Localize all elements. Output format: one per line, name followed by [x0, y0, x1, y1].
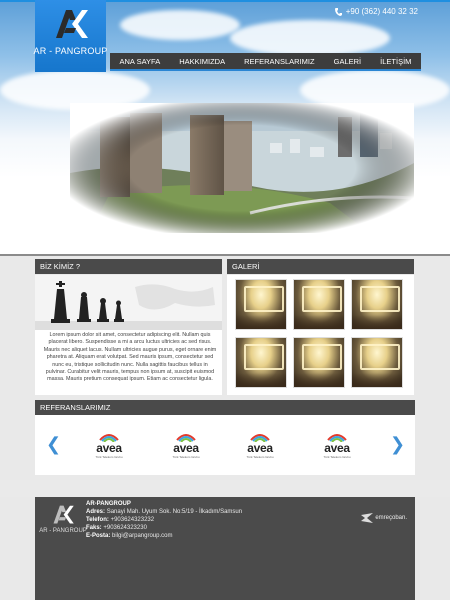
reference-logo[interactable]: avea Türk Telekom Grubu	[240, 432, 280, 462]
contact-info: AR-PANGROUP Adres: Sanayi Mah. Uyum Sok.…	[86, 500, 242, 540]
nav-item-references[interactable]: REFERANSLARIMIZ	[244, 57, 314, 66]
footer-logo-text: AR - PANGROUP	[39, 528, 87, 534]
header-phone: +90 (362) 440 32 32	[334, 7, 418, 16]
brand-tagline: Türk Telekom Grubu	[323, 455, 351, 459]
designer-credit-text: emreçoban.	[375, 515, 407, 521]
fax-label: Faks:	[86, 525, 102, 531]
city-hero-image	[70, 103, 414, 233]
designer-credit[interactable]: emreçoban.	[361, 513, 407, 523]
reference-logo[interactable]: avea Türk Telekom Grubu	[89, 432, 129, 462]
carousel-next-arrow-icon[interactable]: ❯	[390, 435, 405, 453]
footer-logo[interactable]: AR - PANGROUP	[39, 503, 87, 534]
gallery-thumbnail[interactable]	[293, 279, 345, 330]
site-footer: AR - PANGROUP AR-PANGROUP Adres: Sanayi …	[35, 497, 415, 600]
brand-name: avea	[96, 441, 122, 455]
designer-logo-icon	[361, 513, 374, 523]
brand-name: avea	[247, 441, 273, 455]
nav-item-contact[interactable]: İLETİŞİM	[380, 57, 411, 66]
address-label: Adres:	[86, 509, 106, 515]
gallery-thumbnail[interactable]	[235, 337, 287, 388]
company-name: AR-PANGROUP	[86, 501, 131, 507]
brand-name: avea	[324, 441, 350, 455]
reference-logo[interactable]: avea Türk Telekom Grubu	[166, 432, 206, 462]
gallery-thumbnail[interactable]	[351, 279, 403, 330]
brand-tagline: Türk Telekom Grubu	[246, 455, 274, 459]
brand-tagline: Türk Telekom Grubu	[95, 455, 123, 459]
fax-value: +903624323230	[103, 525, 147, 531]
main-nav: ANA SAYFA HAKKIMIZDA REFERANSLARIMIZ GAL…	[110, 53, 421, 71]
gallery-heading: GALERİ	[227, 259, 414, 274]
about-heading: BİZ KİMİZ ?	[35, 259, 222, 274]
chess-image	[35, 275, 222, 330]
carousel-prev-arrow-icon[interactable]: ❮	[46, 435, 61, 453]
gallery-panel	[227, 275, 414, 395]
gallery-thumbnail[interactable]	[235, 279, 287, 330]
brand-tagline: Türk Telekom Grubu	[172, 455, 200, 459]
cloud	[120, 10, 240, 40]
ap-logo-icon	[53, 505, 74, 524]
hero-banner: AR - PANGROUP +90 (362) 440 32 32 ANA SA…	[0, 0, 450, 256]
gallery-thumbnail[interactable]	[293, 337, 345, 388]
nav-item-gallery[interactable]: GALERİ	[334, 57, 362, 66]
gallery-thumbnail[interactable]	[351, 337, 403, 388]
ap-logo-icon	[55, 10, 88, 38]
brand-name: avea	[173, 441, 199, 455]
about-panel: Lorem ipsum dolor sit amet, consectetur …	[35, 275, 222, 395]
phone-label: Telefon:	[86, 517, 109, 523]
nav-item-home[interactable]: ANA SAYFA	[120, 57, 161, 66]
cloud	[230, 20, 390, 56]
site-logo[interactable]: AR - PANGROUP	[33, 0, 108, 72]
email-value[interactable]: bilgi@arpangroup.com	[112, 533, 172, 539]
phone-icon	[334, 7, 342, 16]
logo-text: AR - PANGROUP	[33, 46, 108, 56]
reference-logo[interactable]: avea Türk Telekom Grubu	[317, 432, 357, 462]
references-heading: REFERANSLARIMIZ	[35, 400, 415, 415]
about-text: Lorem ipsum dolor sit amet, consectetur …	[43, 332, 217, 383]
nav-item-about[interactable]: HAKKIMIZDA	[179, 57, 225, 66]
address-value: Sanayi Mah. Uyum Sok. No:5/19 - İlkadım/…	[106, 509, 243, 515]
email-label: E-Posta:	[86, 533, 111, 539]
phone-number: +90 (362) 440 32 32	[345, 7, 418, 16]
phone-value: +903624323232	[110, 517, 155, 523]
footer-gap	[0, 480, 450, 497]
